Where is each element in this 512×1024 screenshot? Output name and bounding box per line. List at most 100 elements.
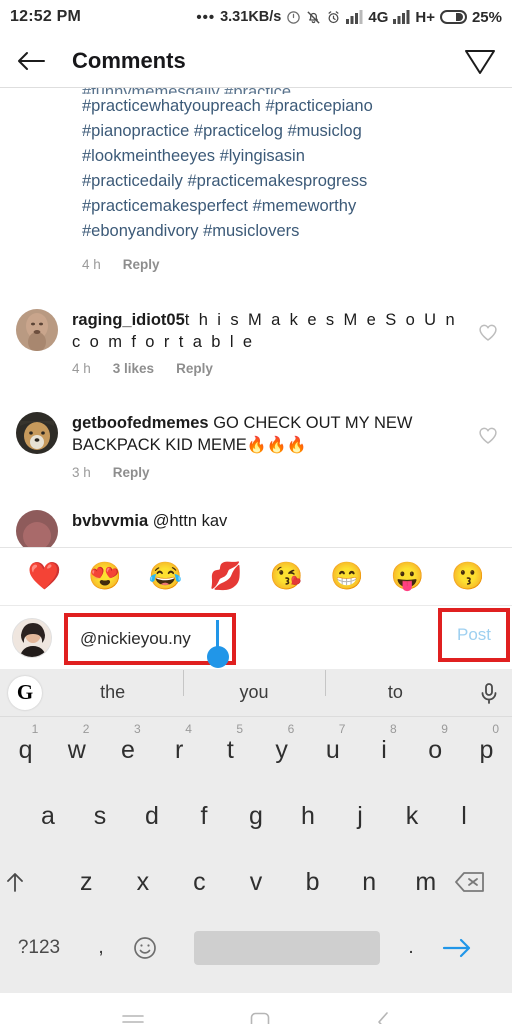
comment-row[interactable]: getboofedmemes GO CHECK OUT MY NEW BACKP… bbox=[0, 398, 512, 480]
back-chevron-icon[interactable] bbox=[376, 1012, 390, 1024]
suggestion-you[interactable]: you bbox=[183, 670, 324, 703]
key-num-7: 7 bbox=[338, 721, 346, 736]
suggestion-strip[interactable]: G the you to bbox=[0, 669, 512, 717]
comment-row-partial[interactable]: bvbvvmia @httn kav bbox=[0, 496, 512, 547]
emoji-joy[interactable]: 😂 bbox=[148, 563, 182, 590]
emoji-face-icon[interactable] bbox=[132, 935, 194, 961]
comment-time: 3 h bbox=[72, 465, 91, 480]
virtual-keyboard[interactable]: G the you to 1q 2w 3e 4r 5t 6y 7u 8i 9o … bbox=[0, 669, 512, 993]
key-label: u bbox=[325, 735, 340, 764]
key-num-4: 4 bbox=[185, 721, 192, 736]
key-d[interactable]: d bbox=[126, 802, 178, 831]
suggestion-the[interactable]: the bbox=[42, 682, 183, 703]
key-z[interactable]: z bbox=[58, 868, 115, 897]
comment-body: getboofedmemes GO CHECK OUT MY NEW BACKP… bbox=[58, 412, 496, 480]
microphone-icon[interactable] bbox=[466, 682, 512, 704]
network-speed: 3.31KB/s bbox=[220, 9, 282, 25]
comments-feed[interactable]: #funnymemesdaily #practice #practicewhat… bbox=[0, 88, 512, 547]
key-b[interactable]: b bbox=[284, 868, 341, 897]
home-square-icon[interactable] bbox=[250, 1012, 270, 1024]
comma-key[interactable]: , bbox=[70, 937, 132, 959]
key-r[interactable]: 4r bbox=[154, 722, 205, 765]
avatar-raging-idiot05[interactable] bbox=[16, 309, 58, 351]
caption-reply-button[interactable]: Reply bbox=[123, 252, 160, 277]
key-e[interactable]: 3e bbox=[102, 722, 153, 765]
key-s[interactable]: s bbox=[74, 802, 126, 831]
menu-icon[interactable] bbox=[122, 1013, 144, 1024]
key-x[interactable]: x bbox=[115, 868, 172, 897]
hashtag-line-1: #practicewhatyoupreach #practicepiano bbox=[82, 97, 373, 115]
key-y[interactable]: 6y bbox=[256, 722, 307, 765]
avatar-bvbvvmia[interactable] bbox=[16, 510, 58, 547]
hashtag-line-5: #practicemakesperfect #memeworthy bbox=[82, 197, 357, 215]
suggestion-to[interactable]: to bbox=[324, 670, 466, 703]
keyboard-row-1[interactable]: 1q 2w 3e 4r 5t 6y 7u 8i 9o 0p bbox=[0, 717, 512, 783]
comment-username[interactable]: getboofedmemes bbox=[72, 414, 209, 432]
key-q[interactable]: 1q bbox=[0, 722, 51, 765]
symbols-key[interactable]: ?123 bbox=[8, 937, 70, 959]
emoji-heart[interactable]: ❤️ bbox=[27, 563, 61, 590]
key-a[interactable]: a bbox=[22, 802, 74, 831]
like-heart-icon[interactable] bbox=[478, 426, 498, 445]
emoji-kissing[interactable]: 😗 bbox=[451, 563, 485, 590]
emoji-tongue[interactable]: 😛 bbox=[390, 563, 424, 590]
key-j[interactable]: j bbox=[334, 802, 386, 831]
emoji-heart-eyes[interactable]: 😍 bbox=[88, 563, 122, 590]
backspace-icon[interactable] bbox=[454, 870, 508, 894]
key-w[interactable]: 2w bbox=[51, 722, 102, 765]
comment-input-row: @nickieyou.ny Post bbox=[0, 605, 512, 669]
period-key[interactable]: . bbox=[380, 937, 442, 959]
post-button[interactable]: Post bbox=[438, 608, 510, 662]
like-heart-icon[interactable] bbox=[478, 323, 498, 342]
key-v[interactable]: v bbox=[228, 868, 285, 897]
key-i[interactable]: 8i bbox=[358, 722, 409, 765]
key-t[interactable]: 5t bbox=[205, 722, 256, 765]
comment-body: raging_idiot05t h i s M a k e s M e S o … bbox=[58, 309, 496, 376]
status-bar: 12:52 PM ••• 3.31KB/s 4G H+ 25% bbox=[0, 0, 512, 34]
keyboard-row-2[interactable]: a s d f g h j k l bbox=[0, 783, 512, 849]
comment-username[interactable]: bvbvvmia bbox=[72, 512, 148, 530]
comment-reply-button[interactable]: Reply bbox=[113, 465, 150, 480]
key-label: p bbox=[479, 735, 494, 764]
key-label: r bbox=[175, 735, 184, 764]
back-arrow-icon[interactable] bbox=[16, 49, 46, 73]
keyboard-row-4[interactable]: ?123 , . bbox=[0, 915, 512, 981]
spacebar-key[interactable] bbox=[194, 931, 380, 965]
avatar-current-user[interactable] bbox=[12, 617, 52, 658]
android-nav-bar[interactable] bbox=[0, 993, 512, 1024]
key-u[interactable]: 7u bbox=[307, 722, 358, 765]
enter-arrow-icon[interactable] bbox=[442, 937, 504, 959]
key-p[interactable]: 0p bbox=[461, 722, 512, 765]
key-h[interactable]: h bbox=[282, 802, 334, 831]
key-label: e bbox=[121, 735, 135, 764]
google-logo-icon[interactable]: G bbox=[8, 675, 42, 710]
comment-reply-button[interactable]: Reply bbox=[176, 361, 213, 376]
comment-row[interactable]: raging_idiot05t h i s M a k e s M e S o … bbox=[0, 295, 512, 376]
key-m[interactable]: m bbox=[397, 868, 454, 897]
key-c[interactable]: c bbox=[171, 868, 228, 897]
text-selection-handle[interactable] bbox=[207, 645, 229, 668]
caption-meta: 4 h Reply bbox=[82, 252, 496, 277]
key-label: o bbox=[428, 735, 443, 764]
key-o[interactable]: 9o bbox=[410, 722, 461, 765]
alarm-icon bbox=[326, 10, 341, 25]
emoji-quick-bar[interactable]: ❤️ 😍 😂 💋 😘 😁 😛 😗 bbox=[0, 547, 512, 605]
comment-username[interactable]: raging_idiot05 bbox=[72, 311, 185, 329]
comment-text: raging_idiot05t h i s M a k e s M e S o … bbox=[72, 309, 470, 353]
comment-text: getboofedmemes GO CHECK OUT MY NEW BACKP… bbox=[72, 412, 470, 457]
send-paper-plane-icon[interactable] bbox=[464, 46, 496, 76]
shift-arrow-icon[interactable] bbox=[4, 870, 58, 894]
key-n[interactable]: n bbox=[341, 868, 398, 897]
emoji-kissing-heart[interactable]: 😘 bbox=[269, 563, 303, 590]
keyboard-row-3[interactable]: z x c v b n m bbox=[0, 849, 512, 915]
emoji-kiss-mark[interactable]: 💋 bbox=[209, 563, 243, 590]
avatar-getboofedmemes[interactable] bbox=[16, 412, 58, 454]
key-f[interactable]: f bbox=[178, 802, 230, 831]
caption-time: 4 h bbox=[82, 257, 101, 272]
comment-likes[interactable]: 3 likes bbox=[113, 361, 154, 376]
emoji-grin[interactable]: 😁 bbox=[330, 563, 364, 590]
post-button-wrapper: Post bbox=[438, 608, 510, 662]
key-l[interactable]: l bbox=[438, 802, 490, 831]
key-g[interactable]: g bbox=[230, 802, 282, 831]
key-k[interactable]: k bbox=[386, 802, 438, 831]
